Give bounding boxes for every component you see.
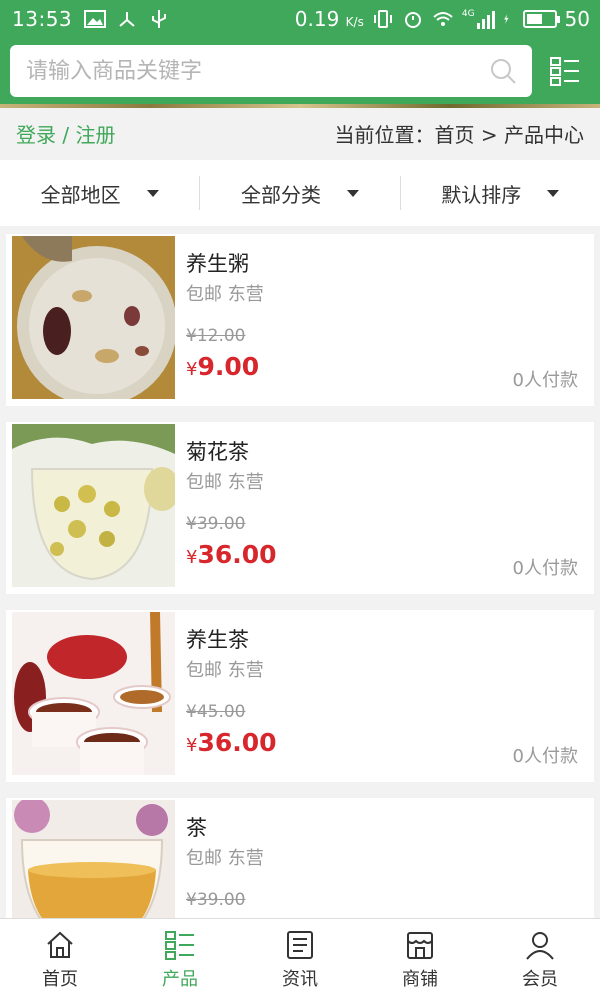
status-bar: 13:53 0.19 K/s 4G 50 [0,0,600,38]
filter-label: 全部地区 [40,182,121,207]
filter-category[interactable]: 全部分类 [199,176,399,210]
usb-icon [152,10,167,28]
nav-label: 商铺 [402,968,438,990]
filter-bar: 全部地区 全部分类 默认排序 [0,160,600,226]
search-input[interactable] [26,58,489,84]
nav-label: 产品 [162,968,198,990]
login-links: 登录 / 注册 [16,119,115,148]
sale-price: ¥36.00 [186,728,277,757]
product-name[interactable]: 菊花茶 [186,436,249,466]
user-icon [526,931,554,960]
product-image[interactable] [12,424,175,587]
product-name[interactable]: 养生茶 [186,624,249,654]
sale-price: ¥36.00 [186,540,277,569]
product-location: 包邮 东营 [186,284,264,305]
bottom-nav: 首页 产品 资讯 商铺 会员 [0,918,600,1000]
original-price: ¥45.00 [186,702,246,722]
breadcrumb-bar: 登录 / 注册 当前位置：首页 > 产品中心 [0,108,600,158]
nav-home[interactable]: 首页 [0,919,120,1000]
filter-label: 全部分类 [240,182,321,207]
paid-count: 0人付款 [512,558,578,579]
filter-label: 默认排序 [441,182,522,207]
nav-label: 首页 [42,968,78,990]
original-price: ¥12.00 [186,326,246,346]
signal-icon: 4G [462,9,495,29]
breadcrumb: 当前位置：首页 > 产品中心 [334,122,584,147]
original-price: ¥39.00 [186,890,246,910]
charging-icon [503,14,509,24]
register-link[interactable]: 注册 [75,123,115,147]
original-price: ¥39.00 [186,514,246,534]
alarm-icon [404,12,421,28]
nav-member[interactable]: 会员 [480,919,600,1000]
product-location: 包邮 东营 [186,848,264,869]
paid-count: 0人付款 [512,746,578,767]
filter-sort[interactable]: 默认排序 [399,176,600,210]
grid-list-icon [165,930,194,960]
nav-products[interactable]: 产品 [120,919,240,1000]
header [0,38,600,104]
status-time: 13:53 [12,7,73,31]
login-link[interactable]: 登录 [16,123,56,147]
nav-shops[interactable]: 商铺 [360,919,480,1000]
home-icon [47,931,73,958]
product-card[interactable]: 养生粥 包邮 东营 ¥12.00 ¥9.00 0人付款 [6,234,594,406]
network-speed: 0.19 K/s [294,7,364,31]
category-menu-button[interactable] [540,45,590,97]
link-separator: / [56,122,76,147]
product-name[interactable]: 养生粥 [186,248,249,278]
product-image[interactable] [12,236,175,399]
product-card[interactable]: 养生茶 包邮 东营 ¥45.00 ¥36.00 0人付款 [6,610,594,782]
dropdown-caret-icon [547,189,560,197]
share-icon [119,12,135,27]
battery-level: 50 [564,7,590,31]
wifi-icon [433,12,453,26]
nav-label: 会员 [522,968,558,990]
dropdown-caret-icon [346,189,359,197]
news-icon [287,930,313,959]
search-icon[interactable] [488,56,518,86]
shop-icon [407,931,433,959]
sale-price: ¥9.00 [186,352,260,381]
image-icon [84,10,107,28]
product-image[interactable] [12,612,175,775]
dropdown-caret-icon [146,189,159,197]
nav-label: 资讯 [282,968,318,990]
battery-icon [522,10,560,28]
product-name[interactable]: 茶 [186,812,207,842]
paid-count: 0人付款 [512,370,578,391]
search-box[interactable] [10,45,533,97]
product-location: 包邮 东营 [186,660,264,681]
product-card[interactable]: 菊花茶 包邮 东营 ¥39.00 ¥36.00 0人付款 [6,422,594,594]
nav-news[interactable]: 资讯 [240,919,360,1000]
filter-region[interactable]: 全部地区 [0,176,199,210]
product-location: 包邮 东营 [186,472,264,493]
vibrate-icon [373,10,392,28]
list-menu-icon [550,57,580,86]
